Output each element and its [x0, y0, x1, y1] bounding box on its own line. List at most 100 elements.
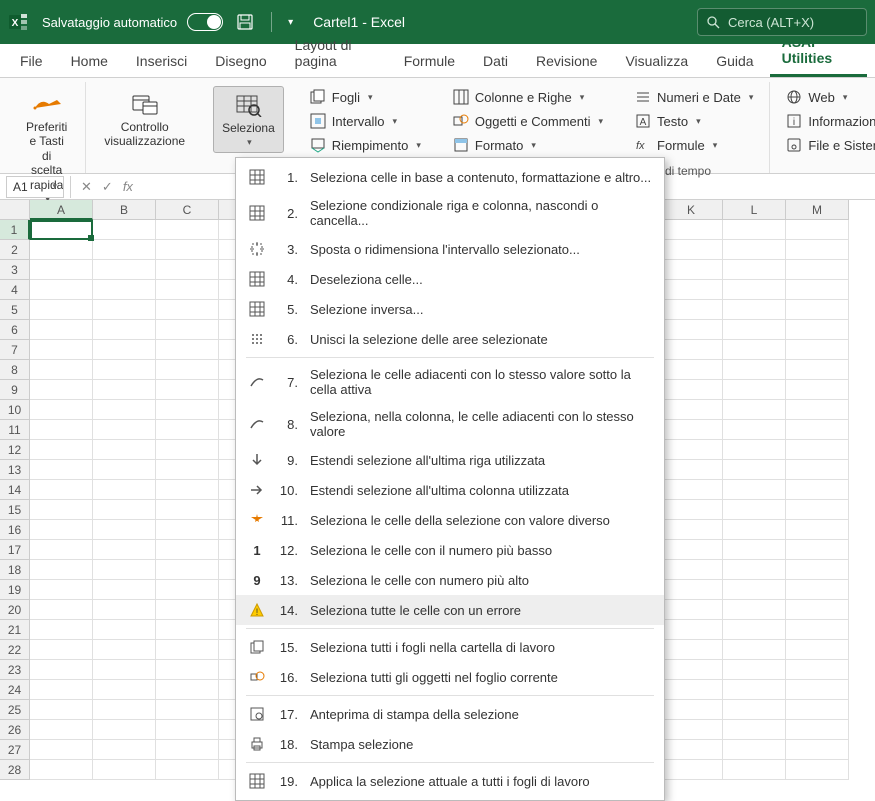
cell[interactable]	[93, 540, 156, 560]
cell[interactable]	[30, 660, 93, 680]
cell[interactable]	[660, 700, 723, 720]
cell[interactable]	[786, 580, 849, 600]
cell[interactable]	[723, 580, 786, 600]
tab-formule[interactable]: Formule	[392, 45, 467, 77]
cell[interactable]	[93, 680, 156, 700]
cell[interactable]	[93, 720, 156, 740]
tab-guida[interactable]: Guida	[704, 45, 765, 77]
cell[interactable]	[660, 500, 723, 520]
cell[interactable]	[30, 340, 93, 360]
cell[interactable]	[723, 720, 786, 740]
riempimento-button[interactable]: Riempimento▾	[304, 134, 427, 156]
cell[interactable]	[660, 220, 723, 240]
formato-button[interactable]: Formato▾	[447, 134, 609, 156]
fx-icon[interactable]: fx	[123, 179, 133, 194]
cell[interactable]	[30, 500, 93, 520]
cell[interactable]	[786, 340, 849, 360]
row-header[interactable]: 1	[0, 220, 30, 240]
row-header[interactable]: 20	[0, 600, 30, 620]
cell[interactable]	[93, 700, 156, 720]
cell[interactable]	[786, 600, 849, 620]
cell[interactable]	[156, 500, 219, 520]
row-header[interactable]: 2	[0, 240, 30, 260]
cell[interactable]	[156, 700, 219, 720]
cell[interactable]	[156, 220, 219, 240]
file-button[interactable]: File e Sistema▾	[780, 134, 875, 156]
row-header[interactable]: 27	[0, 740, 30, 760]
cell[interactable]	[30, 460, 93, 480]
cell[interactable]	[786, 700, 849, 720]
cell[interactable]	[93, 440, 156, 460]
cell[interactable]	[786, 300, 849, 320]
cell[interactable]	[93, 580, 156, 600]
fogli-button[interactable]: Fogli▾	[304, 86, 427, 108]
cell[interactable]	[660, 260, 723, 280]
cell[interactable]	[30, 680, 93, 700]
cell[interactable]	[93, 280, 156, 300]
cell[interactable]	[660, 760, 723, 780]
oggetti-button[interactable]: Oggetti e Commenti▾	[447, 110, 609, 132]
cell[interactable]	[156, 600, 219, 620]
column-header[interactable]: C	[156, 200, 219, 220]
cell[interactable]	[156, 320, 219, 340]
cell[interactable]	[786, 220, 849, 240]
cell[interactable]	[786, 640, 849, 660]
menu-item[interactable]: 19.Applica la selezione attuale a tutti …	[236, 766, 664, 796]
cell[interactable]	[723, 740, 786, 760]
formule-button[interactable]: fxFormule▾	[629, 134, 759, 156]
cell[interactable]	[93, 220, 156, 240]
cell[interactable]	[93, 340, 156, 360]
cell[interactable]	[660, 660, 723, 680]
cell[interactable]	[660, 480, 723, 500]
cell[interactable]	[660, 740, 723, 760]
menu-item[interactable]: 913.Seleziona le celle con numero più al…	[236, 565, 664, 595]
cell[interactable]	[30, 600, 93, 620]
cell[interactable]	[723, 360, 786, 380]
row-header[interactable]: 15	[0, 500, 30, 520]
cell[interactable]	[660, 400, 723, 420]
cell[interactable]	[30, 420, 93, 440]
cell[interactable]	[723, 660, 786, 680]
cell[interactable]	[30, 540, 93, 560]
row-header[interactable]: 4	[0, 280, 30, 300]
cell[interactable]	[156, 400, 219, 420]
cell[interactable]	[660, 680, 723, 700]
cell[interactable]	[30, 520, 93, 540]
cell[interactable]	[93, 600, 156, 620]
cell[interactable]	[156, 580, 219, 600]
tab-visualizza[interactable]: Visualizza	[613, 45, 700, 77]
cell[interactable]	[93, 520, 156, 540]
menu-item[interactable]: 5.Selezione inversa...	[236, 294, 664, 324]
cell[interactable]	[156, 720, 219, 740]
tab-disegno[interactable]: Disegno	[203, 45, 278, 77]
cell[interactable]	[723, 380, 786, 400]
tab-revisione[interactable]: Revisione	[524, 45, 609, 77]
cell[interactable]	[30, 740, 93, 760]
row-header[interactable]: 3	[0, 260, 30, 280]
tab-file[interactable]: File	[8, 45, 55, 77]
cell[interactable]	[786, 320, 849, 340]
cell[interactable]	[723, 320, 786, 340]
cell[interactable]	[723, 340, 786, 360]
row-header[interactable]: 12	[0, 440, 30, 460]
cell[interactable]	[93, 620, 156, 640]
cell[interactable]	[723, 440, 786, 460]
cell[interactable]	[30, 300, 93, 320]
menu-item[interactable]: 2.Selezione condizionale riga e colonna,…	[236, 192, 664, 234]
row-header[interactable]: 14	[0, 480, 30, 500]
cell[interactable]	[723, 420, 786, 440]
cell[interactable]	[30, 640, 93, 660]
row-header[interactable]: 28	[0, 760, 30, 780]
row-header[interactable]: 8	[0, 360, 30, 380]
cell[interactable]	[156, 740, 219, 760]
cell[interactable]	[660, 420, 723, 440]
cell[interactable]	[30, 760, 93, 780]
cell[interactable]	[156, 340, 219, 360]
menu-item[interactable]: 1.Seleziona celle in base a contenuto, f…	[236, 162, 664, 192]
cell[interactable]	[723, 700, 786, 720]
column-header[interactable]: K	[660, 200, 723, 220]
menu-item[interactable]: 7.Seleziona le celle adiacenti con lo st…	[236, 361, 664, 403]
cell[interactable]	[723, 280, 786, 300]
select-all-corner[interactable]	[0, 200, 30, 220]
cell[interactable]	[156, 680, 219, 700]
